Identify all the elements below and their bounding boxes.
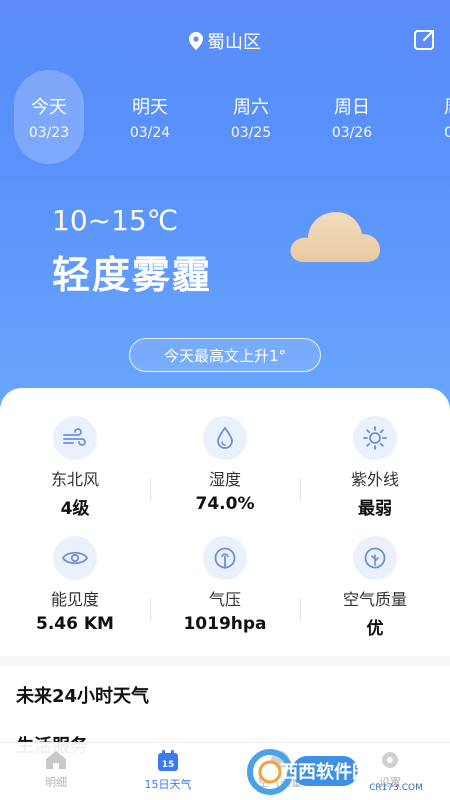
detail-wind: 东北风 4级	[0, 416, 150, 526]
sun-icon	[363, 426, 387, 450]
divider	[150, 598, 151, 620]
detail-label: 空气质量	[342, 590, 407, 609]
detail-pressure: 气压 1019hpa	[150, 536, 300, 646]
detail-label: 东北风	[50, 470, 99, 489]
detail-label: 紫外线	[350, 470, 399, 489]
day-tab-sunday[interactable]: 周日 03/26	[317, 70, 387, 164]
location-pin-icon	[189, 32, 203, 50]
top-bar: 蜀山区	[0, 26, 450, 56]
divider	[300, 598, 301, 620]
detail-label: 能见度	[50, 590, 99, 609]
location-name: 蜀山区	[207, 32, 261, 53]
calendar-icon: 15	[158, 750, 178, 771]
day-name: 明天	[132, 97, 168, 118]
day-name: 周日	[334, 97, 370, 118]
detail-value: 优	[366, 619, 384, 639]
calendar-badge: 15	[162, 760, 175, 770]
day-name: 周	[444, 93, 450, 119]
tab-details[interactable]: 明细	[16, 749, 96, 790]
detail-value: 1019hpa	[183, 614, 267, 634]
home-icon	[46, 751, 66, 769]
day-tab-saturday[interactable]: 周六 03/25	[216, 70, 286, 164]
day-date: 03/24	[129, 125, 171, 141]
day-tab-tomorrow[interactable]: 明天 03/24	[115, 70, 185, 164]
detail-air-quality: 空气质量 优	[300, 536, 450, 646]
day-tab-today[interactable]: 今天 03/23	[14, 70, 84, 164]
tab-label: 15日天气	[144, 778, 192, 791]
detail-humidity: 湿度 74.0%	[150, 416, 300, 526]
location-selector[interactable]: 蜀山区	[189, 28, 261, 54]
tab-15-day[interactable]: 15 15日天气	[128, 749, 208, 792]
details-card: 东北风 4级 湿度 74.0% 紫外线 最弱 能见度 5.46 KM 气压 10…	[0, 388, 450, 800]
detail-label: 气压	[208, 590, 241, 609]
detail-visibility: 能见度 5.46 KM	[0, 536, 150, 646]
pressure-icon	[214, 547, 236, 569]
cloud-icon	[290, 212, 380, 262]
day-name: 周六	[233, 97, 269, 118]
day-date: 03/23	[28, 125, 70, 141]
watermark-logo: 西西软件园 CR173.COM	[247, 749, 423, 795]
day-date: 03/26	[331, 125, 373, 141]
weather-condition: 轻度雾霾	[52, 253, 213, 297]
humidity-icon	[217, 426, 233, 449]
day-tab-partial[interactable]: 周 03	[418, 70, 450, 164]
detail-label: 湿度	[208, 470, 241, 489]
day-date: 03	[444, 125, 450, 141]
detail-value: 5.46 KM	[36, 614, 114, 634]
hourly-forecast-title: 未来24小时天气	[16, 686, 150, 707]
watermark-brand: 西西软件园	[280, 761, 370, 783]
eye-icon	[62, 551, 88, 565]
temperature-tip: 今天最高文上升1°	[129, 338, 321, 372]
tab-label: 明细	[45, 776, 67, 789]
day-selector: 今天 03/23 明天 03/24 周六 03/25 周日 03/26 周 03	[14, 70, 450, 164]
detail-uv: 紫外线 最弱	[300, 416, 450, 526]
day-name: 今天	[31, 97, 67, 118]
divider	[300, 478, 301, 500]
share-icon[interactable]	[412, 28, 436, 52]
section-divider	[0, 656, 450, 666]
leaf-icon	[364, 547, 386, 569]
day-date: 03/25	[230, 125, 272, 141]
watermark-url: CR173.COM	[369, 783, 423, 793]
detail-value: 4级	[60, 499, 90, 519]
divider	[150, 478, 151, 500]
wind-icon	[63, 428, 86, 446]
detail-value: 74.0%	[195, 494, 255, 514]
temperature-range: 10~15℃	[52, 204, 179, 237]
detail-value: 最弱	[358, 499, 392, 519]
